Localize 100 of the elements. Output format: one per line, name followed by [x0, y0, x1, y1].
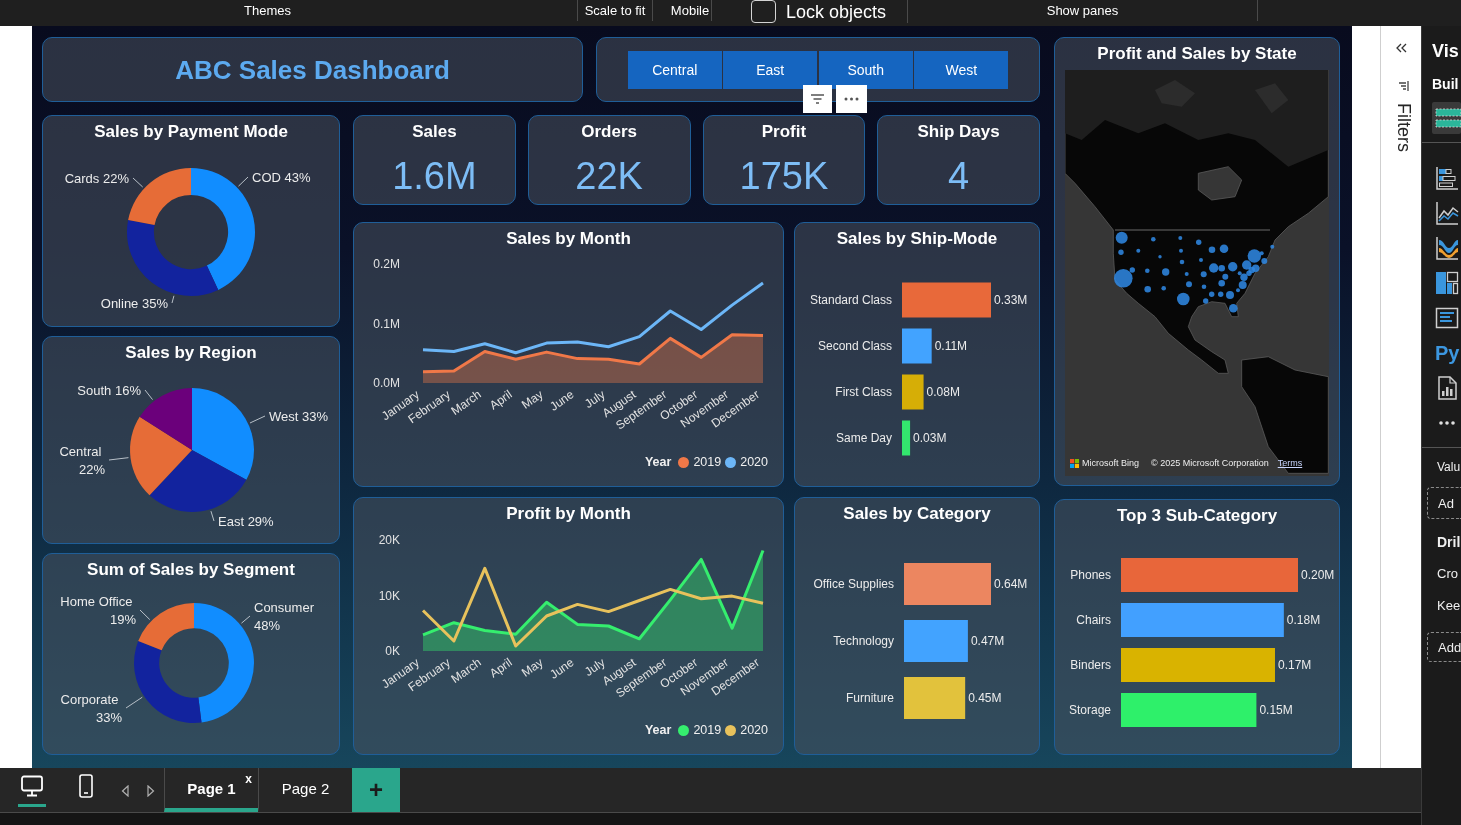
- leader-line: [125, 696, 143, 709]
- data-label: 0.33M: [994, 293, 1028, 307]
- field-label: Valu: [1437, 459, 1461, 476]
- right-triangle-icon[interactable]: [147, 785, 155, 797]
- kpi-value: 1.6M: [392, 154, 477, 198]
- axis-label: 0K: [385, 644, 400, 658]
- data-label: West 33%: [269, 408, 329, 424]
- section-heading: Dril: [1437, 533, 1461, 551]
- leader-line: [171, 295, 175, 304]
- axis-label: Chairs: [1076, 613, 1111, 627]
- data-label: South 16%: [77, 382, 141, 398]
- filters-pane-label[interactable]: Filters: [1392, 103, 1414, 152]
- data-label: Home Office 19%: [60, 593, 136, 627]
- field-drop-zone[interactable]: Ad: [1427, 487, 1461, 519]
- legend-label: 2019: [693, 455, 722, 469]
- kpi-label: Sales: [412, 121, 457, 143]
- text-lines-icon[interactable]: [1435, 306, 1459, 330]
- kpi-value: 4: [948, 154, 970, 198]
- axis-label: 10K: [378, 588, 400, 603]
- python-visual-label[interactable]: Py: [1435, 341, 1460, 365]
- data-label: 0.15M: [1259, 703, 1293, 717]
- left-triangle-icon[interactable]: [121, 785, 129, 797]
- leader-line: [132, 177, 144, 188]
- chart-title: Sales by Month: [506, 229, 631, 249]
- axis-label: Second Class: [817, 339, 892, 353]
- leader-line: [108, 457, 129, 461]
- axis-label: May: [519, 655, 546, 680]
- leader-line: [241, 615, 251, 624]
- legend-title: Year: [644, 455, 672, 469]
- kpi-label: Profit: [761, 121, 807, 143]
- data-label: 0.45M: [968, 691, 1002, 705]
- data-label: 0.18M: [1286, 613, 1321, 627]
- close-button[interactable]: x: [245, 772, 252, 786]
- dashboard-title: ABC Sales Dashboard: [175, 54, 450, 85]
- option-label: Cro: [1437, 565, 1458, 583]
- slicer-button[interactable]: West: [914, 50, 1009, 89]
- checkbox-label[interactable]: Lock objects: [786, 0, 887, 23]
- axis-label: June: [547, 655, 577, 682]
- chart-title: Sales by Ship-Mode: [836, 229, 998, 249]
- field-drop-zone[interactable]: Add: [1427, 632, 1461, 662]
- checkbox[interactable]: [751, 0, 776, 23]
- ribbon-button[interactable]: Themes: [242, 1, 293, 20]
- axis-label: Phones: [1070, 568, 1111, 582]
- ribbon-button[interactable]: Show panes: [1044, 1, 1121, 20]
- axis-label: Standard Class: [809, 293, 892, 307]
- ribbon-button[interactable]: Mobile: [668, 1, 712, 20]
- data-label: Consumer 48%: [254, 599, 314, 633]
- document-chart-icon[interactable]: [1435, 376, 1459, 400]
- filter-icon[interactable]: [803, 85, 832, 113]
- data-label: 0.64M: [994, 577, 1028, 591]
- legend-label: 2020: [740, 723, 768, 737]
- map-attribution: Microsoft Bing: [1082, 458, 1140, 468]
- data-label: Cards 22%: [64, 170, 129, 186]
- phone-icon: [79, 774, 93, 798]
- leader-line: [139, 609, 151, 621]
- double-chevron-icon[interactable]: [1395, 43, 1407, 53]
- terms-link[interactable]: Terms: [1277, 458, 1303, 468]
- axis-label: May: [519, 387, 546, 412]
- slicer-button[interactable]: Central: [627, 50, 722, 89]
- axis-label: 0.2M: [373, 257, 400, 271]
- leader-line: [249, 415, 266, 424]
- axis-label: 20K: [378, 533, 400, 547]
- axis-label: 0.1M: [373, 316, 400, 331]
- axis-label: Storage: [1068, 703, 1111, 717]
- data-label: 0.47M: [970, 634, 1005, 648]
- axis-label: 0.0M: [373, 376, 400, 390]
- data-label: 0.17M: [1278, 658, 1312, 672]
- data-label: 0.03M: [913, 431, 947, 445]
- add-page-button[interactable]: +: [352, 768, 400, 812]
- pane-title: Vis: [1432, 40, 1459, 62]
- axis-label: Technology: [833, 634, 894, 648]
- line-chart-icon[interactable]: [1435, 201, 1459, 225]
- chart-title: Profit and Sales by State: [1097, 44, 1297, 64]
- kpi-label: Ship Days: [917, 121, 1000, 143]
- axis-label: Same Day: [835, 431, 892, 445]
- bars-tile-icon[interactable]: [1432, 102, 1461, 134]
- legend-label: 2020: [740, 455, 768, 469]
- data-label: East 29%: [218, 513, 274, 529]
- treemap-icon[interactable]: [1435, 271, 1459, 295]
- bar-chart-icon[interactable]: [1435, 166, 1459, 190]
- chart-title: Profit by Month: [506, 504, 631, 524]
- slicer-button[interactable]: South: [818, 50, 913, 89]
- data-label: 0.20M: [1301, 568, 1335, 582]
- ribbon-chart-icon[interactable]: [1435, 236, 1459, 260]
- copyright-text: © 2025 Microsoft Corporation: [1151, 458, 1269, 468]
- slicer-button[interactable]: East: [723, 50, 818, 89]
- chart-title: Sum of Sales by Segment: [87, 560, 295, 580]
- ribbon-button[interactable]: Scale to fit: [582, 1, 648, 20]
- leader-line: [144, 389, 154, 401]
- chart-title: Sales by Category: [843, 504, 991, 524]
- leader-line: [238, 176, 249, 187]
- filter-icon[interactable]: [1398, 80, 1410, 92]
- monitor-icon: [21, 775, 43, 797]
- axis-label: First Class: [835, 385, 892, 399]
- chart-title: Top 3 Sub-Category: [1116, 506, 1278, 526]
- data-label: COD 43%: [252, 169, 311, 185]
- data-label: 0.08M: [926, 385, 960, 399]
- option-label: Kee: [1437, 597, 1461, 615]
- leader-line: [210, 510, 215, 522]
- data-label: Central 22%: [59, 443, 105, 477]
